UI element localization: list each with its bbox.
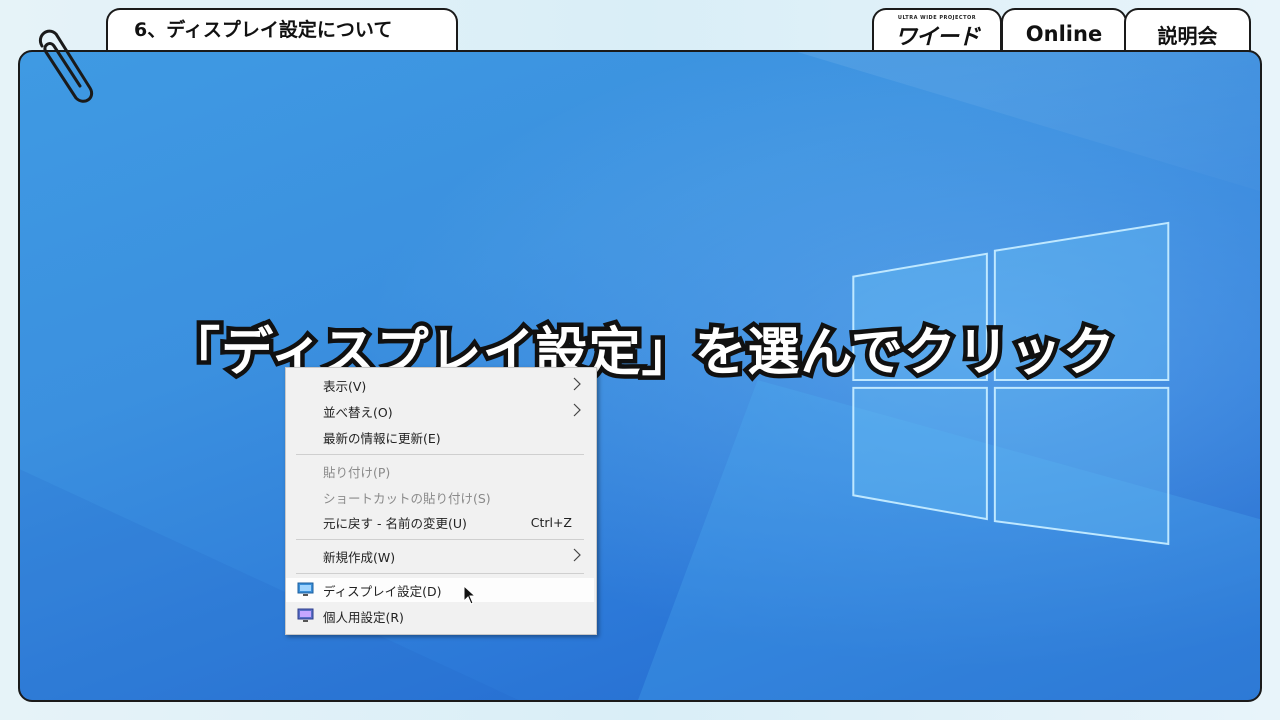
menu-separator (296, 573, 584, 574)
menu-separator (296, 539, 584, 540)
desktop-screenshot: 「ディスプレイ設定」を選んでクリック 表示(V) 並べ替え(O) 最新の情報に更… (18, 50, 1262, 702)
menu-item-new[interactable]: 新規作成(W) (286, 544, 594, 568)
instruction-headline: 「ディスプレイ設定」を選んでクリック (164, 319, 1120, 388)
display-icon (297, 582, 314, 596)
paperclip-icon (39, 29, 93, 103)
menu-item-personalize[interactable]: 個人用設定(R) (286, 604, 594, 628)
personalize-icon (297, 608, 314, 622)
menu-item-label: 元に戻す - 名前の変更(U) (323, 515, 467, 531)
menu-item-label: 最新の情報に更新(E) (323, 430, 441, 446)
menu-item-sort[interactable]: 並べ替え(O) (286, 399, 594, 423)
menu-item-paste[interactable]: 貼り付け(P) (286, 459, 594, 483)
menu-item-label: 表示(V) (323, 378, 367, 394)
online-label: Online (1025, 22, 1103, 46)
section-title: 6、ディスプレイ設定について (134, 18, 393, 41)
brand-tab: ULTRA WIDE PROJECTOR ワイード (872, 8, 1002, 54)
menu-item-label: 貼り付け(P) (323, 464, 391, 480)
menu-item-shortcut: Ctrl+Z (530, 514, 572, 530)
chevron-right-icon (573, 548, 581, 562)
menu-item-display-settings[interactable]: ディスプレイ設定(D) (286, 578, 594, 602)
menu-separator (296, 454, 584, 455)
online-tab: Online (1001, 8, 1127, 54)
menu-item-label: ショートカットの貼り付け(S) (323, 490, 491, 506)
brand-logo: ワイード (894, 25, 980, 50)
section-title-tab: 6、ディスプレイ設定について (106, 8, 458, 54)
menu-item-refresh[interactable]: 最新の情報に更新(E) (286, 425, 594, 449)
desktop-context-menu: 表示(V) 並べ替え(O) 最新の情報に更新(E) 貼り付け(P) ショートカッ… (285, 367, 597, 635)
menu-item-undo-rename[interactable]: 元に戻す - 名前の変更(U) Ctrl+Z (286, 510, 594, 534)
menu-item-view[interactable]: 表示(V) (286, 373, 594, 397)
chevron-right-icon (573, 377, 581, 391)
menu-item-label: ディスプレイ設定(D) (323, 583, 442, 599)
seminar-label: 説明会 (1157, 23, 1218, 48)
menu-item-label: 並べ替え(O) (323, 404, 393, 420)
menu-item-label: 新規作成(W) (323, 549, 396, 565)
menu-item-paste-shortcut[interactable]: ショートカットの貼り付け(S) (286, 485, 594, 509)
chevron-right-icon (573, 403, 581, 417)
menu-item-label: 個人用設定(R) (323, 609, 404, 625)
seminar-tab: 説明会 (1124, 8, 1251, 54)
mouse-cursor-icon (463, 585, 477, 605)
